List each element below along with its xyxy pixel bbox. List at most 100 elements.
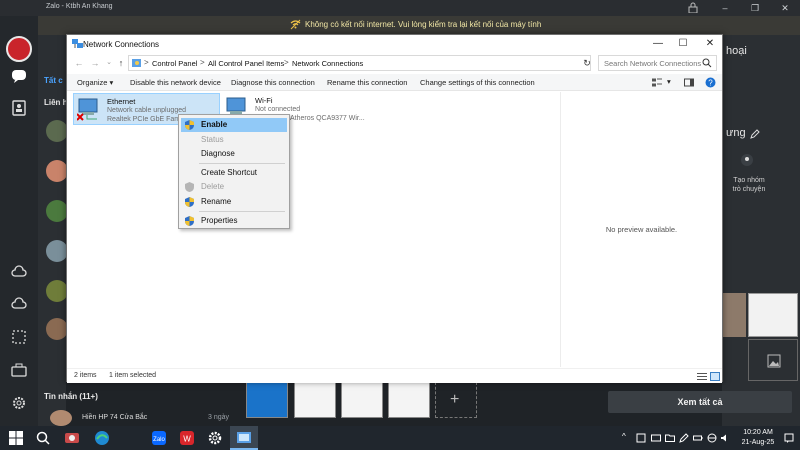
screenshot-icon[interactable] bbox=[11, 329, 27, 345]
chat-time: 3 ngày bbox=[208, 414, 230, 421]
tiles-view-icon[interactable] bbox=[710, 372, 720, 381]
search-icon[interactable] bbox=[702, 58, 712, 68]
refresh-icon[interactable]: ↻ bbox=[580, 55, 594, 71]
breadcrumb-separator[interactable]: > bbox=[284, 58, 289, 67]
organize-button[interactable]: Organize ▾ bbox=[77, 78, 113, 87]
view-options-icon[interactable] bbox=[652, 77, 662, 88]
network-icon[interactable] bbox=[707, 433, 717, 443]
create-group-label-2: trò chuyện bbox=[732, 186, 766, 193]
clipboard-icon[interactable] bbox=[636, 433, 646, 443]
battery-icon[interactable] bbox=[693, 433, 703, 443]
tray-overflow-icon[interactable]: ^ bbox=[622, 432, 632, 442]
diagnose-button[interactable]: Diagnose this connection bbox=[231, 78, 315, 87]
volume-icon[interactable] bbox=[720, 433, 730, 443]
connection-adapter: Realtek PCIe GbE Famil bbox=[107, 116, 184, 123]
media-thumbnail[interactable] bbox=[748, 339, 798, 381]
menu-item-diagnose[interactable]: Diagnose bbox=[181, 147, 287, 161]
chat-icon[interactable] bbox=[11, 68, 27, 84]
breadcrumb-control-panel[interactable]: Control Panel bbox=[152, 59, 197, 68]
window-titlebar[interactable]: Network Connections — ☐ ✕ bbox=[67, 35, 722, 53]
user-avatar[interactable] bbox=[6, 36, 32, 62]
conversation-avatar[interactable] bbox=[46, 200, 68, 222]
notification-icon[interactable] bbox=[784, 433, 794, 443]
zalo-maximize-button[interactable]: ❐ bbox=[740, 0, 770, 16]
breadcrumb-all-items[interactable]: All Control Panel Items bbox=[208, 59, 284, 68]
window-thumbnail[interactable] bbox=[388, 382, 430, 418]
network-connections-icon bbox=[72, 39, 83, 48]
chat-name[interactable]: Hiền HP 74 Cửa Bắc bbox=[82, 414, 147, 421]
preview-pane-icon[interactable] bbox=[684, 77, 694, 88]
pen-icon[interactable] bbox=[679, 433, 689, 443]
briefcase-icon[interactable] bbox=[11, 362, 27, 378]
zalo-minimize-button[interactable]: – bbox=[710, 0, 740, 16]
help-icon[interactable]: ? bbox=[705, 77, 716, 88]
minimize-button[interactable]: — bbox=[645, 35, 671, 53]
svg-text:Zalo: Zalo bbox=[153, 437, 165, 443]
conversation-avatar[interactable] bbox=[46, 280, 68, 302]
window-thumbnail[interactable] bbox=[294, 382, 336, 418]
conversation-avatar[interactable] bbox=[46, 120, 68, 142]
keyboard-icon[interactable] bbox=[651, 433, 661, 443]
connections-list: Ethernet Network cable unplugged Realtek… bbox=[67, 92, 560, 367]
clock-date[interactable]: 21-Aug-25 bbox=[736, 439, 780, 446]
cloud-sync-icon[interactable] bbox=[11, 264, 27, 280]
window-thumbnail[interactable] bbox=[246, 382, 288, 418]
wps-office-icon[interactable]: W bbox=[179, 430, 195, 446]
clock-time[interactable]: 10:20 AM bbox=[736, 429, 780, 436]
contacts-icon[interactable] bbox=[11, 100, 27, 116]
change-settings-button[interactable]: Change settings of this connection bbox=[420, 78, 535, 87]
photos-app-icon[interactable] bbox=[64, 430, 80, 446]
media-thumbnail[interactable] bbox=[722, 293, 746, 337]
view-dropdown-icon[interactable]: ▾ bbox=[667, 77, 671, 86]
settings-gear-icon[interactable] bbox=[207, 430, 223, 446]
settings-gear-icon[interactable] bbox=[11, 395, 27, 411]
disable-device-button[interactable]: Disable this network device bbox=[130, 78, 221, 87]
menu-item-rename[interactable]: Rename bbox=[181, 195, 287, 209]
conversation-avatar[interactable] bbox=[46, 240, 68, 262]
forward-arrow-icon[interactable]: → bbox=[89, 56, 101, 70]
close-button[interactable]: ✕ bbox=[697, 35, 723, 53]
cloud-icon[interactable] bbox=[11, 296, 27, 312]
edit-icon[interactable] bbox=[750, 129, 760, 139]
rename-button[interactable]: Rename this connection bbox=[327, 78, 407, 87]
menu-item-create-shortcut[interactable]: Create Shortcut bbox=[181, 166, 287, 180]
edge-browser-icon[interactable] bbox=[94, 430, 110, 446]
window-thumbnail[interactable] bbox=[341, 382, 383, 418]
back-arrow-icon[interactable]: ← bbox=[73, 56, 85, 70]
menu-label: Status bbox=[201, 135, 224, 144]
up-arrow-icon[interactable]: ↑ bbox=[115, 56, 127, 70]
menu-item-enable[interactable]: Enable bbox=[181, 118, 287, 132]
menu-item-status[interactable]: Status bbox=[181, 133, 287, 147]
create-group-icon[interactable] bbox=[740, 153, 754, 167]
zalo-app-icon[interactable]: Zalo bbox=[151, 430, 167, 446]
maximize-button[interactable]: ☐ bbox=[670, 35, 696, 53]
search-icon[interactable] bbox=[35, 430, 51, 446]
context-menu: Enable Status Diagnose Create Shortcut D… bbox=[178, 114, 290, 229]
details-view-icon[interactable] bbox=[697, 372, 707, 381]
active-control-panel-button[interactable] bbox=[230, 426, 258, 450]
media-thumbnail[interactable] bbox=[748, 293, 798, 337]
conv-section-label: Liên h bbox=[44, 98, 68, 107]
search-input[interactable]: Search Network Connections bbox=[598, 55, 717, 71]
uac-shield-icon bbox=[185, 182, 194, 192]
recent-dropdown-icon[interactable]: ⌄ bbox=[103, 56, 115, 70]
chat-avatar[interactable] bbox=[50, 410, 72, 426]
breadcrumb-network-connections[interactable]: Network Connections bbox=[292, 59, 363, 68]
conv-tab-all[interactable]: Tất c bbox=[44, 76, 63, 85]
network-connections-window: Network Connections — ☐ ✕ ← → ⌄ ↑ > Cont… bbox=[66, 34, 723, 383]
connection-status: Network cable unplugged bbox=[107, 107, 186, 114]
conversation-avatar[interactable] bbox=[46, 318, 68, 340]
menu-item-properties[interactable]: Properties bbox=[181, 214, 287, 228]
lock-icon[interactable] bbox=[688, 2, 698, 13]
folder-icon[interactable] bbox=[665, 433, 675, 443]
conversation-avatar[interactable] bbox=[46, 160, 68, 182]
menu-item-delete[interactable]: Delete bbox=[181, 180, 287, 194]
windows-start-icon[interactable] bbox=[8, 430, 24, 446]
messages-header: Tin nhắn (11+) bbox=[44, 392, 98, 401]
zalo-close-button[interactable]: ✕ bbox=[770, 0, 800, 16]
breadcrumb-separator[interactable]: > bbox=[200, 58, 205, 67]
add-thumbnail-button[interactable]: + bbox=[435, 382, 477, 418]
breadcrumb-separator: > bbox=[144, 58, 149, 67]
address-bar[interactable]: > Control Panel > All Control Panel Item… bbox=[128, 55, 641, 71]
view-all-button[interactable]: Xem tất cả bbox=[608, 391, 792, 413]
